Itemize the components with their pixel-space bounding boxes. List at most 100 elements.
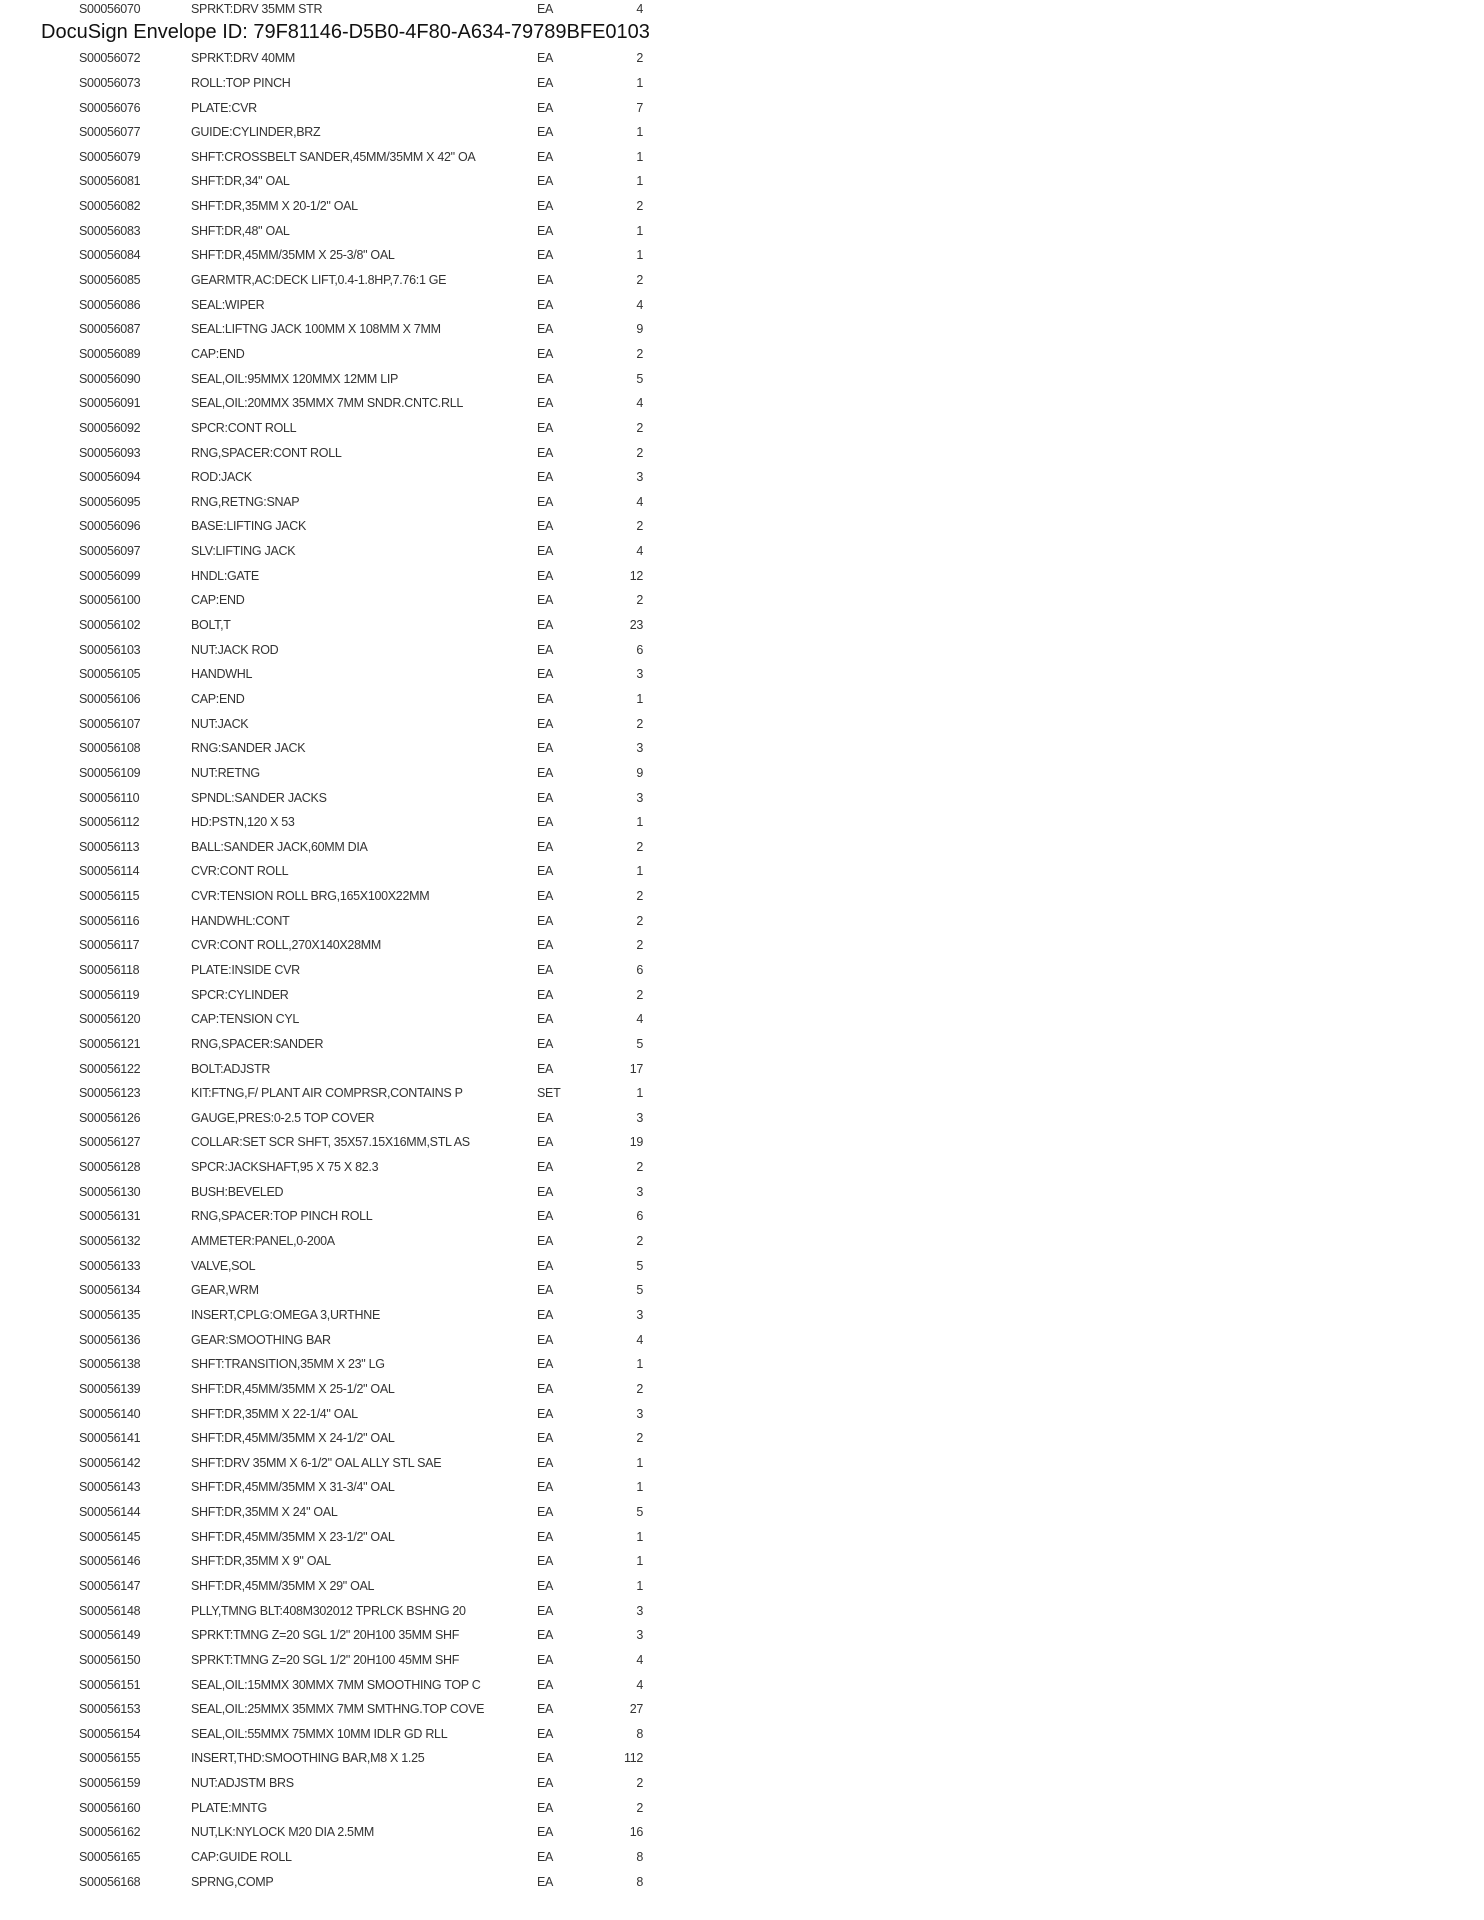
part-number: S00056090 (79, 371, 141, 386)
part-number: S00056153 (79, 1702, 141, 1717)
table-row: S00056130 BUSH:BEVELED EA 3 (0, 1180, 700, 1205)
table-row: S00056134 GEAR,WRM EA 5 (0, 1278, 700, 1303)
part-description: SPRKT:TMNG Z=20 SGL 1/2" 20H100 45MM SHF (191, 1652, 460, 1667)
part-description: ROLL:TOP PINCH (191, 75, 291, 90)
unit-of-measure: EA (537, 248, 554, 263)
quantity: 4 (636, 1677, 643, 1692)
unit-of-measure: EA (537, 815, 554, 830)
unit-of-measure: EA (537, 1776, 554, 1791)
unit-of-measure: EA (537, 75, 554, 90)
part-number: S00056128 (79, 1160, 141, 1175)
part-description: SLV:LIFTING JACK (191, 544, 296, 559)
table-row: S00056102 BOLT,T EA 23 (0, 613, 700, 638)
part-description: SHFT:DRV 35MM X 6-1/2" OAL ALLY STL SAE (191, 1455, 442, 1470)
quantity: 3 (636, 1110, 643, 1125)
quantity: 6 (636, 1209, 643, 1224)
table-row: S00056138 SHFT:TRANSITION,35MM X 23" LG EA… (0, 1352, 700, 1377)
quantity: 2 (636, 716, 643, 731)
part-number: S00056083 (79, 223, 141, 238)
quantity: 6 (636, 642, 643, 657)
part-number: S00056108 (79, 741, 141, 756)
quantity: 5 (636, 1036, 643, 1051)
part-number: S00056085 (79, 273, 141, 288)
unit-of-measure: EA (537, 223, 554, 238)
part-number: S00056113 (79, 839, 140, 854)
part-number: S00056141 (79, 1431, 141, 1446)
quantity: 2 (636, 938, 643, 953)
docusign-envelope-id: DocuSign Envelope ID: 79F81146-D5B0-4F80… (39, 19, 652, 45)
quantity: 7 (636, 100, 643, 115)
table-row: S00056135 INSERT,CPLG:OMEGA 3,URTHNE EA 3 (0, 1303, 700, 1328)
unit-of-measure: EA (537, 174, 554, 189)
unit-of-measure: EA (537, 51, 554, 66)
table-row: S00056105 HANDWHL EA 3 (0, 662, 700, 687)
part-description: SHFT:CROSSBELT SANDER,45MM/35MM X 42" OA (191, 149, 476, 164)
unit-of-measure: EA (537, 1283, 554, 1298)
quantity: 3 (636, 470, 643, 485)
table-row: S00056086 SEAL:WIPER EA 4 (0, 293, 700, 318)
table-row: S00056077 GUIDE:CYLINDER,BRZ EA 1 (0, 120, 700, 145)
part-description: SEAL,OIL:25MMX 35MMX 7MM SMTHNG.TOP COVE (191, 1702, 485, 1717)
table-row: S00056093 RNG,SPACER:CONT ROLL EA 2 (0, 441, 700, 466)
part-number: S00056103 (79, 642, 141, 657)
part-number: S00056077 (79, 125, 141, 140)
quantity: 4 (636, 297, 643, 312)
part-description: CAP:END (191, 593, 245, 608)
part-number: S00056151 (79, 1677, 141, 1692)
part-number: S00056112 (79, 815, 140, 830)
table-row: S00056081 SHFT:DR,34" OAL EA 1 (0, 169, 700, 194)
table-row: S00056128 SPCR:JACKSHAFT,95 X 75 X 82.3 EA… (0, 1155, 700, 1180)
quantity: 9 (636, 765, 643, 780)
quantity: 2 (636, 889, 643, 904)
table-row: S00056160 PLATE:MNTG EA 2 (0, 1796, 700, 1821)
quantity: 2 (636, 1431, 643, 1446)
quantity: 2 (636, 199, 643, 214)
quantity: 1 (636, 815, 643, 830)
quantity: 2 (636, 1381, 643, 1396)
part-description: CAP:END (191, 346, 245, 361)
part-description: SPRKT:TMNG Z=20 SGL 1/2" 20H100 35MM SHF (191, 1628, 460, 1643)
part-description: CAP:GUIDE ROLL (191, 1850, 292, 1865)
part-description: GEARMTR,AC:DECK LIFT,0.4-1.8HP,7.76:1 GE (191, 273, 447, 288)
part-description: RNG,SPACER:SANDER (191, 1036, 324, 1051)
table-row: S00056106 CAP:END EA 1 (0, 687, 700, 712)
quantity: 16 (629, 1825, 644, 1840)
part-description: SHFT:DR,45MM/35MM X 31-3/4" OAL (191, 1480, 395, 1495)
quantity: 8 (636, 1726, 643, 1741)
unit-of-measure: EA (537, 1431, 554, 1446)
quantity: 1 (636, 1579, 643, 1593)
part-number: S00056102 (79, 618, 141, 633)
unit-of-measure: EA (537, 987, 554, 1002)
unit-of-measure: EA (537, 1135, 554, 1150)
table-row: S00056110 SPNDL:SANDER JACKS EA 3 (0, 786, 700, 811)
part-number: S00056096 (79, 519, 141, 534)
part-number: S00056081 (79, 174, 141, 189)
unit-of-measure: EA (537, 371, 554, 386)
part-number: S00056133 (79, 1258, 141, 1273)
table-row: S00056131 RNG,SPACER:TOP PINCH ROLL EA 6 (0, 1204, 700, 1229)
part-number: S00056160 (79, 1800, 141, 1815)
part-description: SHFT:DR,35MM X 22-1/4" OAL (191, 1406, 358, 1421)
quantity: 4 (636, 396, 643, 411)
part-number: S00056121 (79, 1036, 141, 1051)
quantity: 8 (636, 1850, 643, 1865)
table-row: S00056096 BASE:LIFTING JACK EA 2 (0, 514, 700, 539)
unit-of-measure: EA (537, 1825, 554, 1840)
unit-of-measure: EA (537, 125, 554, 140)
table-row: S00056087 SEAL:LIFTNG JACK 100MM X 108MM … (0, 317, 700, 342)
table-row: S00056095 RNG,RETNG:SNAP EA 4 (0, 490, 700, 515)
quantity: 2 (636, 913, 643, 928)
part-description: RNG,RETNG:SNAP (191, 494, 300, 509)
part-number: S00056099 (79, 568, 141, 583)
parts-list: S00056070SPRKT:DRV 35MM STREA44S00056072… (0, 0, 700, 1894)
unit-of-measure: EA (537, 1800, 554, 1815)
unit-of-measure: EA (537, 273, 554, 288)
part-description: CAP:TENSION CYL (191, 1012, 300, 1027)
part-number: S00056076 (79, 100, 141, 115)
part-number: S00056115 (79, 889, 140, 904)
table-row: S00056084 SHFT:DR,45MM/35MM X 25-3/8" OAL… (0, 243, 700, 268)
part-description: SHFT:DR,35MM X 20-1/2" OAL (191, 199, 358, 214)
quantity: 1 (636, 1455, 643, 1470)
part-description: SHFT:DR,45MM/35MM X 23-1/2" OAL (191, 1529, 395, 1544)
quantity: 2 (636, 1160, 643, 1175)
